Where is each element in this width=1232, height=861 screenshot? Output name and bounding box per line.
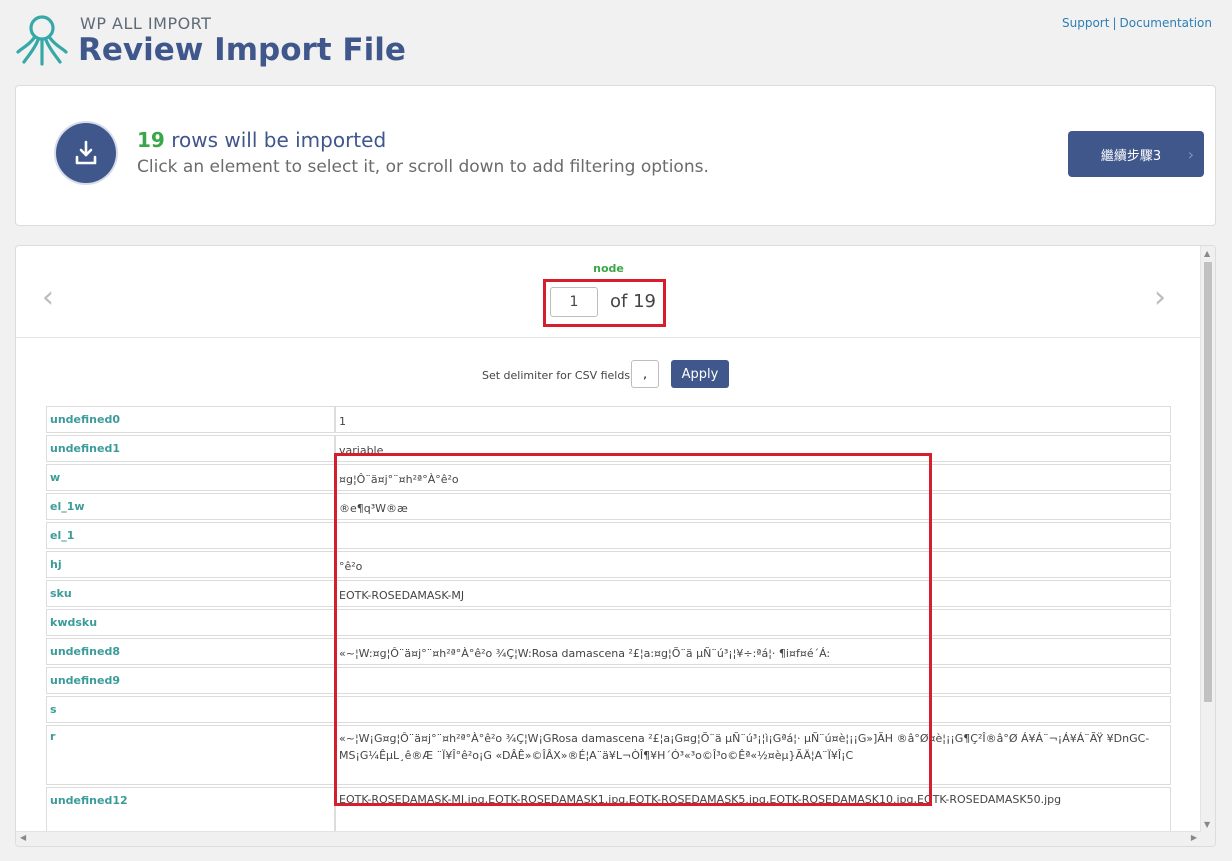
table-row[interactable]: r «~¦W¡G¤g¦Ô¨ä¤j°¨¤h²ª°À°ê²o ¾Ç¦W¡GRosa d… (46, 725, 1171, 785)
node-label: node (593, 262, 624, 275)
field-key[interactable]: w (46, 464, 335, 491)
field-key[interactable]: undefined8 (46, 638, 335, 665)
brand-name: WP ALL IMPORT (80, 14, 212, 33)
apply-button[interactable]: Apply (671, 360, 729, 388)
field-key[interactable]: undefined0 (46, 406, 335, 433)
continue-step3-button[interactable]: 繼續步驟3 › (1068, 131, 1204, 177)
field-value[interactable]: 1 (335, 406, 1171, 433)
field-key[interactable]: el_1 (46, 522, 335, 549)
record-pager: of 19 (543, 279, 666, 327)
documentation-link[interactable]: Documentation (1119, 16, 1212, 30)
field-key[interactable]: undefined12 (46, 787, 335, 832)
vertical-scrollbar[interactable]: ▲ ▼ (1200, 246, 1215, 846)
scroll-right-arrow-icon[interactable]: ▶ (1191, 833, 1197, 842)
instruction-text: Click an element to select it, or scroll… (137, 157, 709, 177)
delimiter-label: Set delimiter for CSV fields: (482, 369, 634, 382)
field-table: undefined0 1 undefined1 variable w ¤g¦Ô¨ä¤j… (46, 404, 1171, 834)
field-key[interactable]: undefined1 (46, 435, 335, 462)
field-value[interactable]: °ê²o (335, 551, 1171, 578)
horizontal-scrollbar[interactable]: ◀ ▶ (16, 831, 1201, 846)
page-header: WP ALL IMPORT Review Import File Support… (0, 0, 1232, 80)
field-key[interactable]: r (46, 725, 335, 785)
delimiter-input[interactable] (631, 360, 659, 388)
download-badge (56, 123, 116, 183)
continue-button-label: 繼續步驟3 (1100, 148, 1162, 164)
table-row[interactable]: undefined12 EOTK-ROSEDAMASK-MJ.jpg,EOTK-R… (46, 787, 1171, 832)
table-row[interactable]: w ¤g¦Ô¨ä¤j°¨¤h²ª°À°ê²o (46, 464, 1171, 491)
table-row[interactable]: undefined0 1 (46, 406, 1171, 433)
table-row[interactable]: el_1w ®e¶q³W®æ (46, 493, 1171, 520)
download-icon (75, 140, 97, 165)
link-separator: | (1112, 16, 1117, 30)
help-links: Support | Documentation (1062, 16, 1212, 30)
next-record-arrow-icon[interactable]: › (1154, 280, 1166, 315)
field-value[interactable]: «~¦W:¤g¦Ô¨ä¤j°¨¤h²ª°À°ê²o ¾Ç¦W:Rosa dama… (335, 638, 1171, 665)
field-value[interactable]: EOTK-ROSEDAMASK-MJ.jpg,EOTK-ROSEDAMASK1.… (335, 787, 1171, 832)
field-key[interactable]: hj (46, 551, 335, 578)
scroll-up-arrow-icon[interactable]: ▲ (1204, 249, 1210, 258)
field-value[interactable] (335, 522, 1171, 549)
import-summary-panel: 19 rows will be imported Click an elemen… (15, 85, 1216, 226)
field-key[interactable]: el_1w (46, 493, 335, 520)
field-value[interactable]: EOTK-ROSEDAMASK-MJ (335, 580, 1171, 607)
table-row[interactable]: s (46, 696, 1171, 723)
table-row[interactable]: undefined8 «~¦W:¤g¦Ô¨ä¤j°¨¤h²ª°À°ê²o ¾Ç¦W… (46, 638, 1171, 665)
rows-text: rows will be imported (171, 128, 387, 152)
field-key[interactable]: undefined9 (46, 667, 335, 694)
scrollbar-thumb[interactable] (1204, 262, 1212, 702)
scroll-down-arrow-icon[interactable]: ▼ (1204, 820, 1210, 829)
table-row[interactable]: hj °ê²o (46, 551, 1171, 578)
field-value[interactable] (335, 696, 1171, 723)
field-value[interactable]: variable (335, 435, 1171, 462)
field-value[interactable]: ®e¶q³W®æ (335, 493, 1171, 520)
field-key[interactable]: sku (46, 580, 335, 607)
support-link[interactable]: Support (1062, 16, 1109, 30)
rows-summary: 19 rows will be imported (137, 128, 386, 152)
chevron-right-icon: › (1187, 145, 1194, 164)
field-key[interactable]: kwdsku (46, 609, 335, 636)
octopus-logo-icon (16, 15, 68, 66)
table-row[interactable]: sku EOTK-ROSEDAMASK-MJ (46, 580, 1171, 607)
field-value[interactable] (335, 609, 1171, 636)
table-row[interactable]: el_1 (46, 522, 1171, 549)
record-preview-panel: node ‹ › of 19 Set delimiter for CSV fie… (15, 245, 1216, 847)
field-value[interactable] (335, 667, 1171, 694)
table-row[interactable]: undefined9 (46, 667, 1171, 694)
record-number-input[interactable] (550, 287, 598, 317)
table-row[interactable]: kwdsku (46, 609, 1171, 636)
divider (16, 337, 1201, 338)
page-title: Review Import File (78, 32, 406, 68)
rows-count: 19 (137, 128, 165, 152)
previous-record-arrow-icon[interactable]: ‹ (42, 280, 54, 315)
record-total: of 19 (610, 291, 656, 312)
field-key[interactable]: s (46, 696, 335, 723)
field-value[interactable]: «~¦W¡G¤g¦Ô¨ä¤j°¨¤h²ª°À°ê²o ¾Ç¦W¡GRosa da… (335, 725, 1171, 785)
table-row[interactable]: undefined1 variable (46, 435, 1171, 462)
field-value[interactable]: ¤g¦Ô¨ä¤j°¨¤h²ª°À°ê²o (335, 464, 1171, 491)
scroll-left-arrow-icon[interactable]: ◀ (20, 833, 26, 842)
